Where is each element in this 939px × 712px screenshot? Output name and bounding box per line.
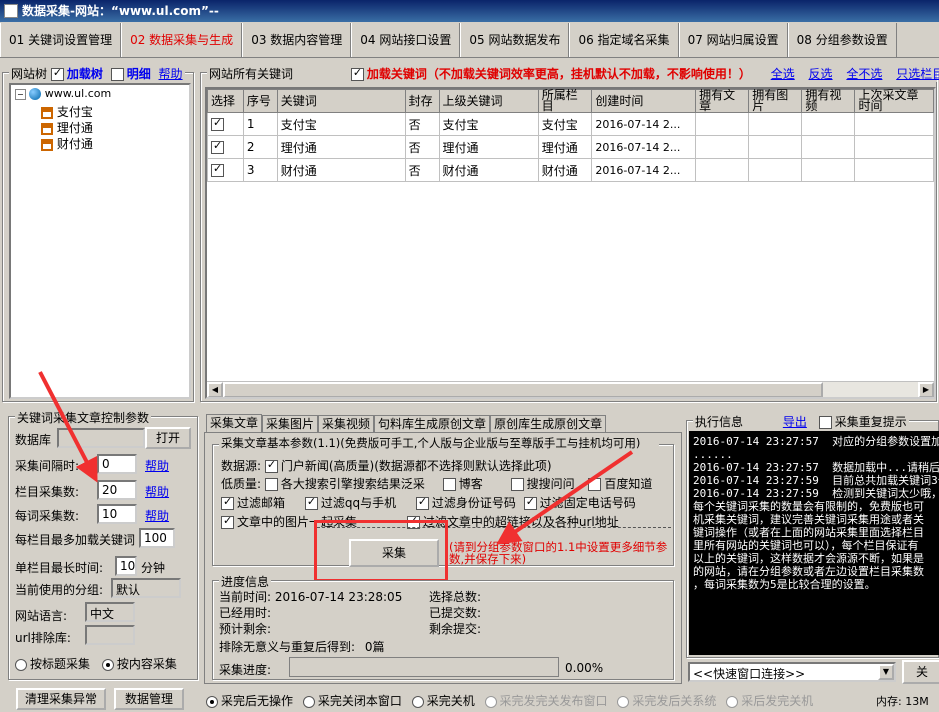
annotation-arrow-collect [496, 450, 634, 545]
annotation-arrow-params [38, 371, 98, 483]
annotation-arrows [38, 371, 634, 545]
